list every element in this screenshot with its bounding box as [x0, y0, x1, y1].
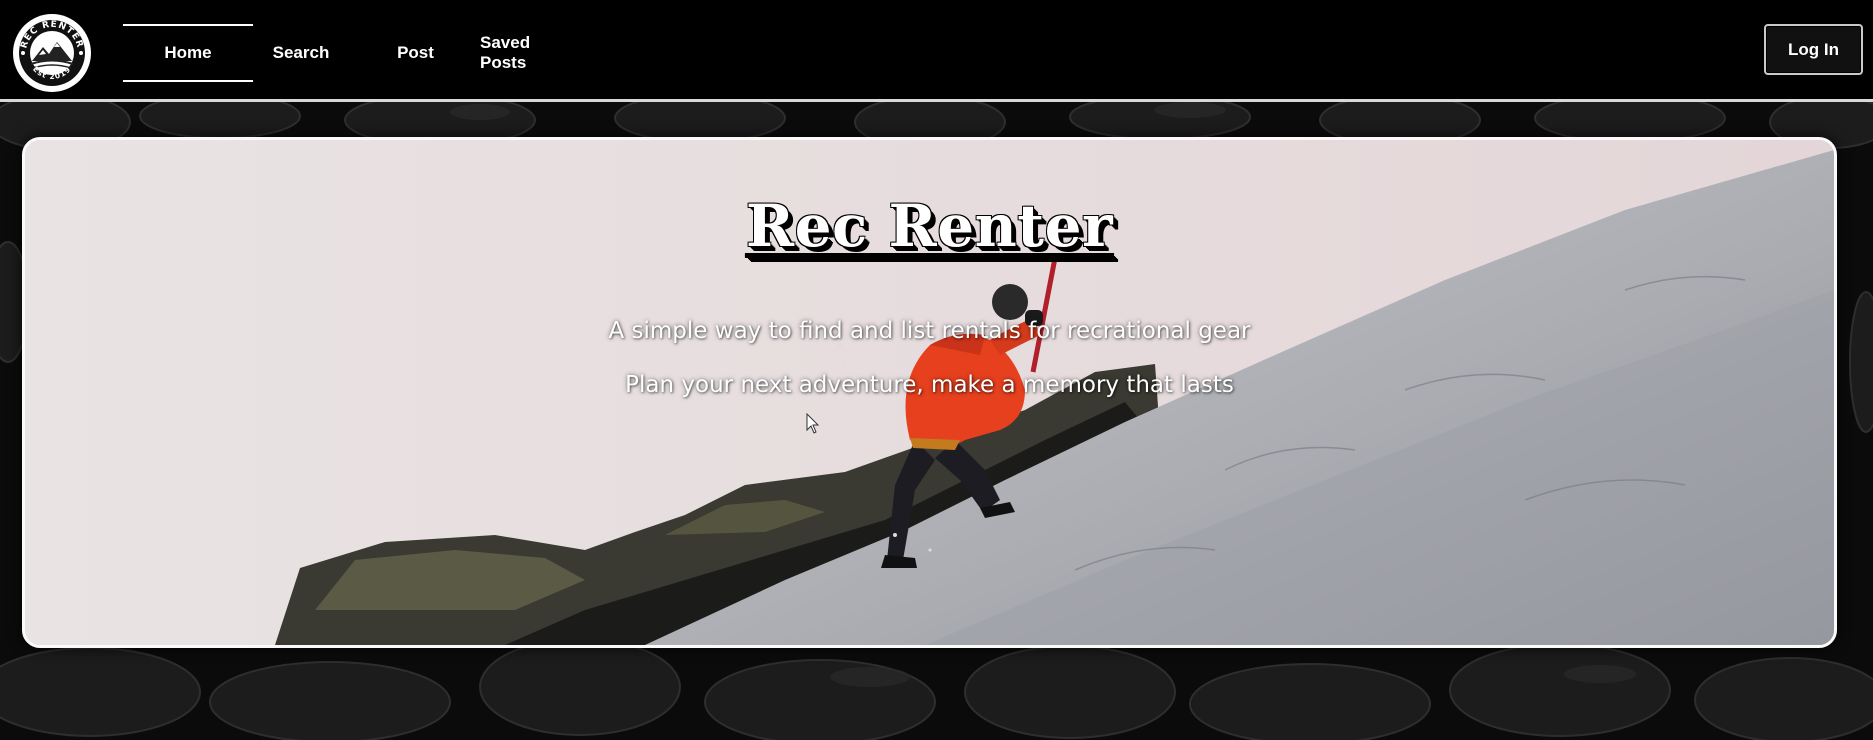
nav-search-link[interactable]: Search	[266, 24, 336, 82]
nav-post-link[interactable]: Post	[393, 24, 438, 82]
login-button[interactable]: Log In	[1764, 24, 1863, 75]
nav-saved-posts-link[interactable]: Saved Posts	[480, 24, 580, 82]
rec-renter-logo-icon[interactable]: REC RENTER Est 2019	[13, 14, 91, 92]
mouse-cursor-icon	[806, 413, 820, 434]
hero-subtagline: Plan your next adventure, make a memory …	[625, 372, 1234, 398]
nav-home-link[interactable]: Home	[123, 24, 253, 82]
hero-banner: Rec Renter A simple way to find and list…	[22, 137, 1837, 648]
hero-tagline: A simple way to find and list rentals fo…	[608, 318, 1251, 344]
top-navbar: REC RENTER Est 2019 Home Search Post Sav…	[0, 0, 1873, 102]
hero-title: Rec Renter	[745, 192, 1114, 260]
